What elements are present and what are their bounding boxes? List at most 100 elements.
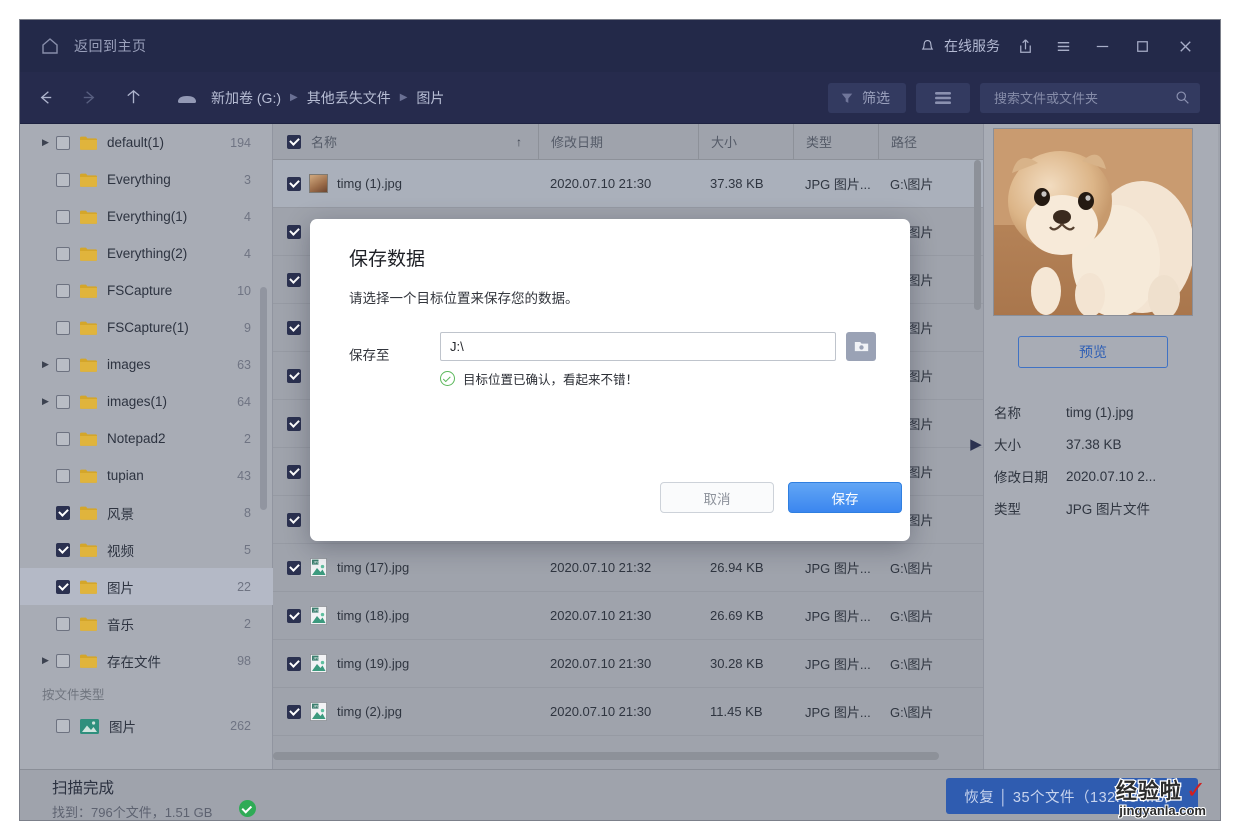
breadcrumb-item-2[interactable]: 图片 bbox=[416, 88, 444, 108]
file-name-label: timg (2).jpg bbox=[337, 704, 402, 719]
share-icon[interactable] bbox=[1006, 20, 1044, 72]
tree-item-3[interactable]: Everything(2)4 bbox=[20, 235, 273, 272]
table-row[interactable]: JPGtimg (19).jpg2020.07.10 21:3030.28 KB… bbox=[273, 640, 983, 688]
file-list-horizontal-scrollbar[interactable] bbox=[273, 752, 939, 760]
folder-icon bbox=[80, 543, 97, 557]
save-button[interactable]: 保存 bbox=[788, 482, 902, 513]
preview-button[interactable]: 预览 bbox=[1018, 336, 1168, 368]
tree-item-checkbox[interactable] bbox=[56, 506, 70, 520]
column-header-size[interactable]: 大小 bbox=[698, 124, 793, 160]
tree-item-checkbox[interactable] bbox=[56, 284, 70, 298]
hamburger-icon[interactable] bbox=[1044, 20, 1082, 72]
column-header-path[interactable]: 路径 bbox=[878, 124, 983, 160]
cancel-button[interactable]: 取消 bbox=[660, 482, 774, 513]
tree-item-12[interactable]: 图片22 bbox=[20, 568, 273, 605]
tree-item-checkbox[interactable] bbox=[56, 321, 70, 335]
folder-tree[interactable]: ▶default(1)194Everything3Everything(1)4E… bbox=[20, 124, 273, 677]
forward-button[interactable] bbox=[70, 79, 108, 117]
row-checkbox[interactable] bbox=[287, 513, 301, 527]
cell-name: JPGtimg (18).jpg bbox=[273, 606, 538, 625]
home-icon[interactable] bbox=[40, 36, 60, 56]
tree-item-7[interactable]: ▶ images(1)64 bbox=[20, 383, 273, 420]
recover-button[interactable]: 恢复 │ 35个文件（132.43 MB） bbox=[946, 778, 1198, 814]
filetype-item-images[interactable]: 图片 262 bbox=[20, 708, 273, 744]
save-path-input[interactable]: J:\ bbox=[440, 332, 836, 361]
row-checkbox[interactable] bbox=[287, 609, 301, 623]
caret-right-icon[interactable]: ▶ bbox=[969, 434, 983, 454]
tree-item-count: 64 bbox=[237, 395, 251, 409]
tree-item-count: 194 bbox=[230, 136, 251, 150]
search-icon[interactable] bbox=[1175, 90, 1190, 105]
tree-item-checkbox[interactable] bbox=[56, 654, 70, 668]
filter-button[interactable]: 筛选 bbox=[828, 83, 906, 113]
row-checkbox[interactable] bbox=[287, 369, 301, 383]
tree-item-checkbox[interactable] bbox=[56, 543, 70, 557]
tree-item-label: FSCapture bbox=[107, 283, 237, 298]
minimize-icon[interactable] bbox=[1082, 20, 1122, 72]
row-checkbox[interactable] bbox=[287, 417, 301, 431]
row-checkbox[interactable] bbox=[287, 321, 301, 335]
tree-item-8[interactable]: Notepad22 bbox=[20, 420, 273, 457]
maximize-icon[interactable] bbox=[1122, 20, 1162, 72]
expand-caret-icon[interactable]: ▶ bbox=[42, 137, 56, 148]
table-row[interactable]: JPGtimg (2).jpg2020.07.10 21:3011.45 KBJ… bbox=[273, 688, 983, 736]
column-header-name[interactable]: 名称 ↑ bbox=[273, 124, 538, 160]
browse-folder-icon[interactable] bbox=[846, 332, 876, 361]
tree-item-checkbox[interactable] bbox=[56, 247, 70, 261]
tree-item-checkbox[interactable] bbox=[56, 469, 70, 483]
tree-item-13[interactable]: 音乐2 bbox=[20, 605, 273, 642]
expand-caret-icon[interactable]: ▶ bbox=[42, 655, 56, 666]
tree-item-2[interactable]: Everything(1)4 bbox=[20, 198, 273, 235]
tree-item-4[interactable]: FSCapture10 bbox=[20, 272, 273, 309]
online-service-button[interactable]: 在线服务 bbox=[919, 20, 1006, 72]
back-button[interactable] bbox=[26, 79, 64, 117]
tree-item-5[interactable]: FSCapture(1)9 bbox=[20, 309, 273, 346]
metadata-key: 大小 bbox=[994, 434, 1066, 454]
table-row[interactable]: JPGtimg (18).jpg2020.07.10 21:3026.69 KB… bbox=[273, 592, 983, 640]
row-checkbox[interactable] bbox=[287, 225, 301, 239]
breadcrumb-item-0[interactable]: 新加卷 (G:) bbox=[211, 88, 281, 108]
column-header-type[interactable]: 类型 bbox=[793, 124, 878, 160]
sidebar-scrollbar[interactable] bbox=[260, 287, 267, 510]
row-checkbox[interactable] bbox=[287, 561, 301, 575]
tree-item-11[interactable]: 视频5 bbox=[20, 531, 273, 568]
tree-item-checkbox[interactable] bbox=[56, 395, 70, 409]
tree-item-10[interactable]: 风景8 bbox=[20, 494, 273, 531]
tree-item-checkbox[interactable] bbox=[56, 210, 70, 224]
expand-caret-icon[interactable]: ▶ bbox=[42, 396, 56, 407]
row-checkbox[interactable] bbox=[287, 705, 301, 719]
tree-item-14[interactable]: ▶存在文件98 bbox=[20, 642, 273, 677]
row-checkbox[interactable] bbox=[287, 273, 301, 287]
search-box[interactable]: 搜索文件或文件夹 bbox=[980, 83, 1200, 113]
up-button[interactable] bbox=[114, 79, 152, 117]
home-label[interactable]: 返回到主页 bbox=[74, 36, 147, 56]
expand-caret-icon[interactable]: ▶ bbox=[42, 359, 56, 370]
tree-item-1[interactable]: Everything3 bbox=[20, 161, 273, 198]
table-row[interactable]: JPGtimg (17).jpg2020.07.10 21:3226.94 KB… bbox=[273, 544, 983, 592]
folder-icon bbox=[80, 358, 97, 372]
tree-item-checkbox[interactable] bbox=[56, 617, 70, 631]
tree-item-checkbox[interactable] bbox=[56, 358, 70, 372]
file-list-vertical-scrollbar[interactable] bbox=[974, 160, 981, 310]
view-mode-button[interactable] bbox=[916, 83, 970, 113]
column-header-date[interactable]: 修改日期 bbox=[538, 124, 698, 160]
row-checkbox[interactable] bbox=[287, 465, 301, 479]
tree-item-9[interactable]: tupian43 bbox=[20, 457, 273, 494]
cell-name: JPGtimg (2).jpg bbox=[273, 702, 538, 721]
tree-item-label: images(1) bbox=[107, 394, 237, 409]
tree-item-checkbox[interactable] bbox=[56, 173, 70, 187]
table-row[interactable]: timg (1).jpg2020.07.10 21:3037.38 KBJPG … bbox=[273, 160, 983, 208]
tree-item-checkbox[interactable] bbox=[56, 136, 70, 150]
tree-item-checkbox[interactable] bbox=[56, 432, 70, 446]
row-checkbox[interactable] bbox=[287, 657, 301, 671]
sort-indicator-icon[interactable]: ↑ bbox=[516, 135, 522, 149]
tree-item-0[interactable]: ▶default(1)194 bbox=[20, 124, 273, 161]
row-checkbox[interactable] bbox=[287, 177, 301, 191]
select-all-checkbox[interactable] bbox=[287, 135, 301, 149]
search-input[interactable]: 搜索文件或文件夹 bbox=[994, 88, 1175, 107]
tree-item-checkbox[interactable] bbox=[56, 580, 70, 594]
filetype-checkbox[interactable] bbox=[56, 719, 70, 733]
close-icon[interactable] bbox=[1162, 20, 1208, 72]
tree-item-6[interactable]: ▶images63 bbox=[20, 346, 273, 383]
breadcrumb-item-1[interactable]: 其他丢失文件 bbox=[307, 88, 391, 108]
